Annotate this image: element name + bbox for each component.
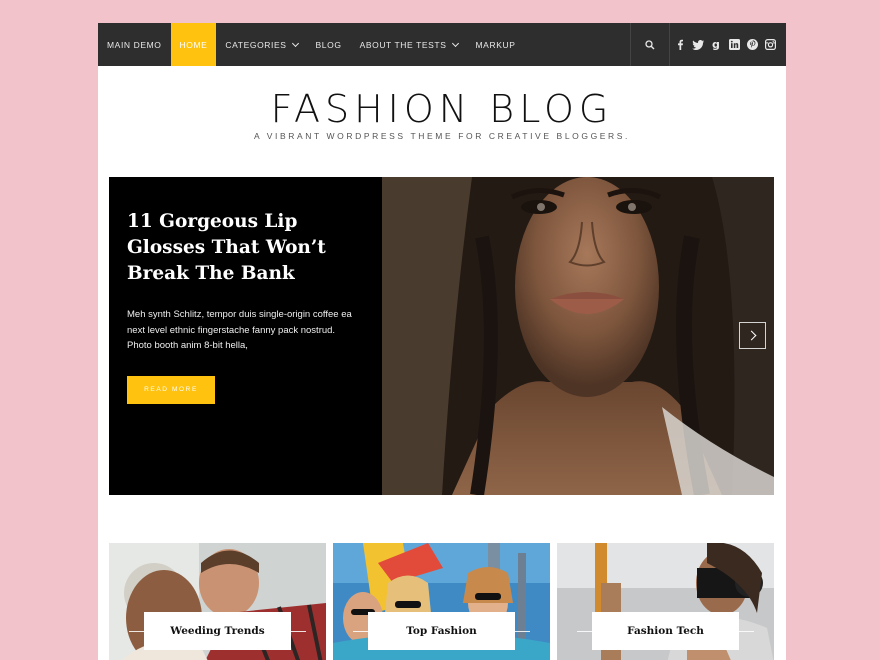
featured-slider: 11 Gorgeous Lip Glosses That Won’t Break… xyxy=(109,177,774,495)
instagram-icon[interactable] xyxy=(764,39,776,51)
nav-item-categories[interactable]: CATEGORIES xyxy=(216,23,306,66)
nav-item-label: CATEGORIES xyxy=(225,39,287,50)
page: MAIN DEMO HOME CATEGORIES BLOG ABOUT THE… xyxy=(98,23,786,660)
site-title[interactable]: FASHION BLOG xyxy=(98,87,786,131)
slide-excerpt: Meh synth Schlitz, tempor duis single-or… xyxy=(127,309,352,351)
chevron-right-icon xyxy=(746,330,756,341)
nav-item-label: MARKUP xyxy=(475,39,516,50)
category-label[interactable]: Fashion Tech xyxy=(592,612,739,650)
category-card-top-fashion[interactable]: Top Fashion xyxy=(333,543,550,660)
category-card-wedding[interactable]: Weeding Trends xyxy=(109,543,326,660)
chevron-down-icon xyxy=(291,39,299,47)
main-menu: MAIN DEMO HOME CATEGORIES BLOG ABOUT THE… xyxy=(98,23,524,66)
slide-image[interactable] xyxy=(382,177,774,495)
category-label[interactable]: Top Fashion xyxy=(368,612,515,650)
social-links: g xyxy=(674,23,776,66)
pinterest-icon[interactable] xyxy=(746,39,758,51)
svg-text:g: g xyxy=(712,39,720,50)
nav-item-main-demo[interactable]: MAIN DEMO xyxy=(98,23,171,66)
site-tagline: A VIBRANT WORDPRESS THEME FOR CREATIVE B… xyxy=(253,131,631,141)
nav-item-markup[interactable]: MARKUP xyxy=(467,23,525,66)
nav-item-label: BLOG xyxy=(315,39,342,50)
nav-item-label: ABOUT THE TESTS xyxy=(359,39,447,50)
category-cards: Weeding Trends Top Fashion Fashion Tech xyxy=(109,543,774,660)
category-card-fashion-tech[interactable]: Fashion Tech xyxy=(557,543,774,660)
nav-item-home[interactable]: HOME xyxy=(170,23,217,66)
slide-title[interactable]: 11 Gorgeous Lip Glosses That Won’t Break… xyxy=(127,209,364,287)
slider-next-button[interactable] xyxy=(739,322,766,349)
nav-item-label: MAIN DEMO xyxy=(107,39,162,50)
search-button[interactable] xyxy=(630,23,670,66)
read-more-button[interactable]: READ MORE xyxy=(127,375,215,404)
category-label[interactable]: Weeding Trends xyxy=(144,612,291,650)
google-plus-icon[interactable]: g xyxy=(710,39,722,51)
search-icon xyxy=(645,39,655,49)
nav-item-blog[interactable]: BLOG xyxy=(307,23,351,66)
nav-item-about-the-tests[interactable]: ABOUT THE TESTS xyxy=(351,23,467,66)
nav-item-label: HOME xyxy=(179,39,208,50)
twitter-icon[interactable] xyxy=(692,39,704,51)
linkedin-icon[interactable] xyxy=(728,39,740,51)
chevron-down-icon xyxy=(451,39,459,47)
slide-caption: 11 Gorgeous Lip Glosses That Won’t Break… xyxy=(109,177,382,495)
top-navbar: MAIN DEMO HOME CATEGORIES BLOG ABOUT THE… xyxy=(98,23,786,66)
facebook-icon[interactable] xyxy=(674,39,686,51)
